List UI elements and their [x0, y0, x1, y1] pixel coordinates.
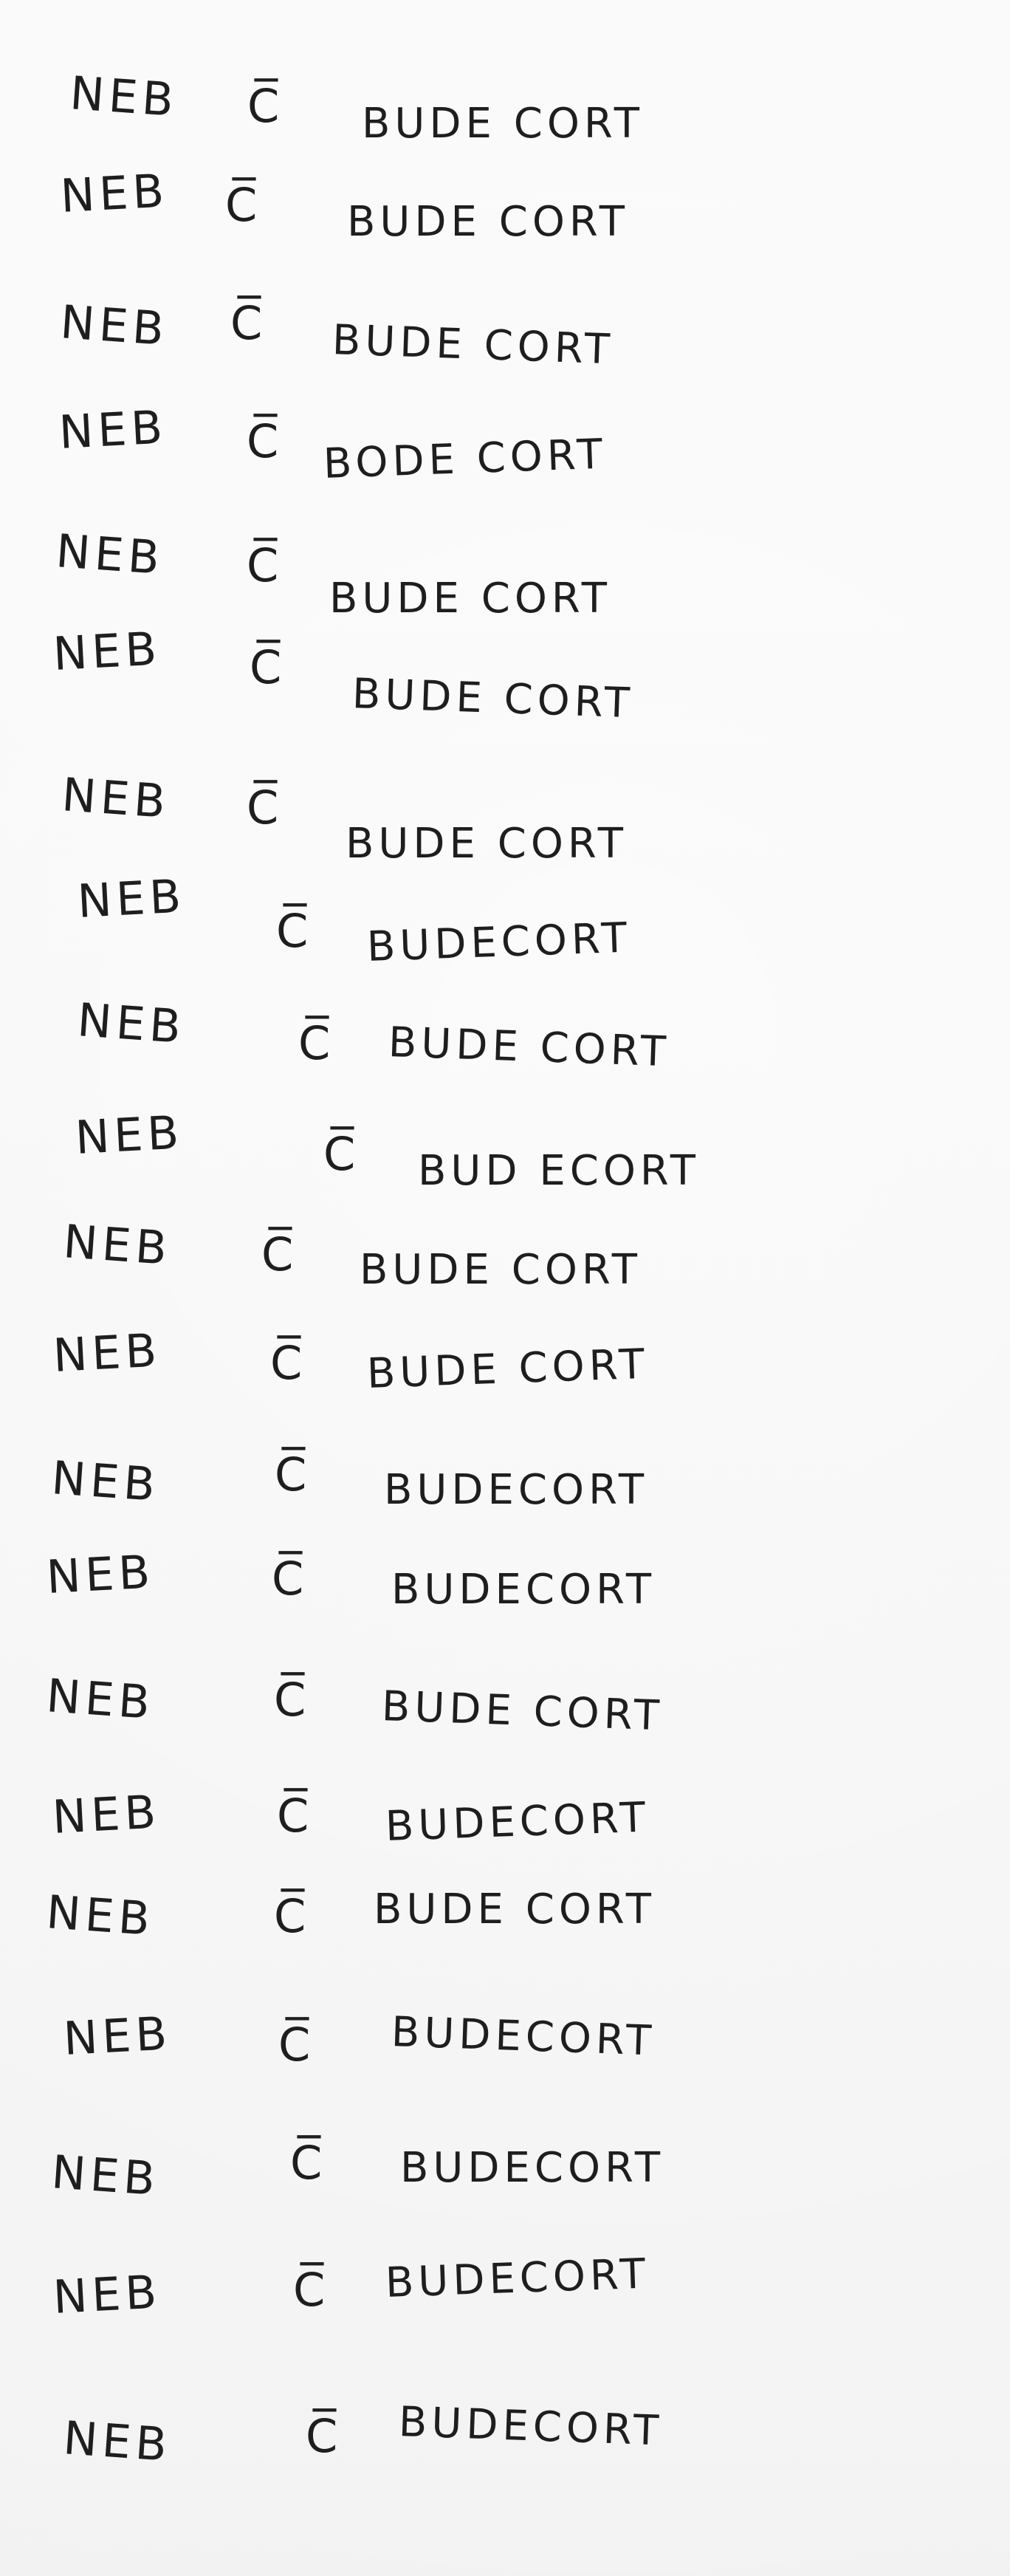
line-21-right-text: BUDECORT	[397, 2398, 664, 2456]
handwritten-line-17: NEB C̅ BUDE CORT	[0, 1885, 1010, 1978]
line-21-left-text: NEB	[61, 2411, 174, 2473]
handwritten-line-6: NEB C̅ BUDE CORT	[0, 621, 1010, 727]
line-4-left-text: NEB	[58, 400, 168, 459]
line-13-middle-text: C̅	[275, 1448, 312, 1501]
line-12-right-text: BUDE CORT	[365, 1340, 650, 1398]
handwritten-line-9: NEB C̅ BUDE CORT	[0, 993, 1010, 1086]
line-14-middle-text: C̅	[272, 1552, 309, 1606]
line-6-middle-text: C̅	[250, 640, 286, 694]
handwritten-line-5: NEB C̅ BUDE CORT	[0, 524, 1010, 623]
line-20-left-text: NEB	[52, 2264, 162, 2324]
line-15-middle-text: C̅	[274, 1673, 311, 1727]
line-19-right-text: BUDECORT	[400, 2144, 665, 2192]
line-17-left-text: NEB	[44, 1885, 157, 1947]
line-14-left-text: NEB	[45, 1544, 156, 1604]
handwritten-line-3: NEB C̅ BUDE CORT	[0, 295, 1010, 388]
handwritten-line-11: NEB C̅ BUDE CORT	[0, 1214, 1010, 1307]
line-8-right-text: BUDECORT	[365, 914, 633, 971]
line-7-left-text: NEB	[60, 767, 172, 829]
handwritten-line-18: NEB C̅ BUDECORT	[0, 2006, 1010, 2105]
line-16-right-text: BUDECORT	[384, 1793, 651, 1851]
line-3-middle-text: C̅	[230, 296, 267, 350]
line-7-right-text: BUDE CORT	[346, 820, 628, 868]
line-21-middle-text: C̅	[306, 2409, 343, 2463]
handwritten-line-12: NEB C̅ BUDE CORT	[0, 1323, 1010, 1422]
line-13-left-text: NEB	[49, 1450, 162, 1513]
line-6-left-text: NEB	[52, 621, 162, 681]
line-10-middle-text: C̅	[323, 1127, 360, 1181]
line-1-right-text: BUDE CORT	[362, 100, 644, 148]
handwritten-line-4: NEB C̅ BODE CORT	[0, 400, 1010, 499]
handwritten-line-14: NEB C̅ BUDECORT	[0, 1544, 1010, 1643]
line-16-middle-text: C̅	[277, 1789, 314, 1843]
line-3-left-text: NEB	[58, 295, 171, 357]
line-18-right-text: BUDECORT	[390, 2008, 657, 2066]
line-4-middle-text: C̅	[247, 414, 284, 468]
line-8-left-text: NEB	[76, 869, 187, 928]
line-17-middle-text: C̅	[274, 1889, 311, 1943]
line-11-middle-text: C̅	[261, 1227, 298, 1281]
line-2-left-text: NEB	[59, 163, 170, 223]
line-9-left-text: NEB	[75, 993, 188, 1055]
line-6-right-text: BUDE CORT	[351, 670, 635, 728]
line-1-middle-text: C̅	[247, 79, 284, 133]
line-12-left-text: NEB	[52, 1323, 162, 1383]
line-17-right-text: BUDE CORT	[374, 1885, 656, 1933]
line-20-middle-text: C̅	[293, 2263, 330, 2317]
line-8-middle-text: C̅	[276, 904, 313, 958]
line-15-left-text: NEB	[44, 1668, 157, 1730]
handwritten-line-10: NEB C̅ BUD ECORT	[0, 1105, 1010, 1204]
line-4-right-text: BODE CORT	[322, 430, 608, 488]
line-5-left-text: NEB	[54, 524, 166, 586]
line-16-left-text: NEB	[51, 1784, 162, 1844]
line-10-right-text: BUD ECORT	[418, 1147, 700, 1195]
line-2-right-text: BUDE CORT	[347, 198, 629, 246]
handwritten-line-15: NEB C̅ BUDE CORT	[0, 1668, 1010, 1761]
handwritten-line-20: NEB C̅ BUDECORT	[0, 2250, 1010, 2363]
handwritten-line-1: NEB C̅ BUDE CORT	[0, 66, 1010, 159]
line-19-left-text: NEB	[49, 2145, 162, 2207]
line-9-right-text: BUDE CORT	[387, 1018, 671, 1077]
line-18-middle-text: C̅	[278, 2018, 315, 2072]
line-13-right-text: BUDECORT	[384, 1466, 649, 1514]
line-5-middle-text: C̅	[247, 538, 284, 592]
handwritten-line-16: NEB C̅ BUDECORT	[0, 1784, 1010, 1883]
line-11-left-text: NEB	[61, 1214, 174, 1276]
line-3-right-text: BUDE CORT	[331, 316, 615, 374]
line-7-middle-text: C̅	[247, 781, 284, 835]
line-10-left-text: NEB	[74, 1105, 185, 1165]
handwritten-line-7: NEB C̅ BUDE CORT	[0, 767, 1010, 864]
line-9-middle-text: C̅	[298, 1016, 335, 1070]
handwritten-line-2: NEB C̅ BUDE CORT	[0, 163, 1010, 262]
handwritten-line-21: NEB C̅ BUDECORT	[0, 2398, 1010, 2504]
line-5-right-text: BUDE CORT	[329, 575, 611, 623]
line-15-right-text: BUDE CORT	[380, 1682, 664, 1741]
handwritten-line-19: NEB C̅ BUDECORT	[0, 2140, 1010, 2238]
line-2-middle-text: C̅	[225, 178, 262, 232]
handwritten-line-8: NEB C̅ BUDECORT	[0, 869, 1010, 971]
paper-page: NEB C̅ BUDE CORT NEB C̅ BUDE CORT NEB C̅…	[0, 0, 1010, 2576]
line-19-middle-text: C̅	[290, 2136, 327, 2190]
line-14-right-text: BUDECORT	[391, 1566, 656, 1614]
line-12-middle-text: C̅	[270, 1336, 307, 1390]
line-20-right-text: BUDECORT	[384, 2250, 651, 2307]
line-18-left-text: NEB	[62, 2006, 173, 2066]
handwritten-line-13: NEB C̅ BUDECORT	[0, 1448, 1010, 1544]
line-11-right-text: BUDE CORT	[360, 1246, 642, 1294]
line-1-left-text: NEB	[68, 66, 180, 128]
